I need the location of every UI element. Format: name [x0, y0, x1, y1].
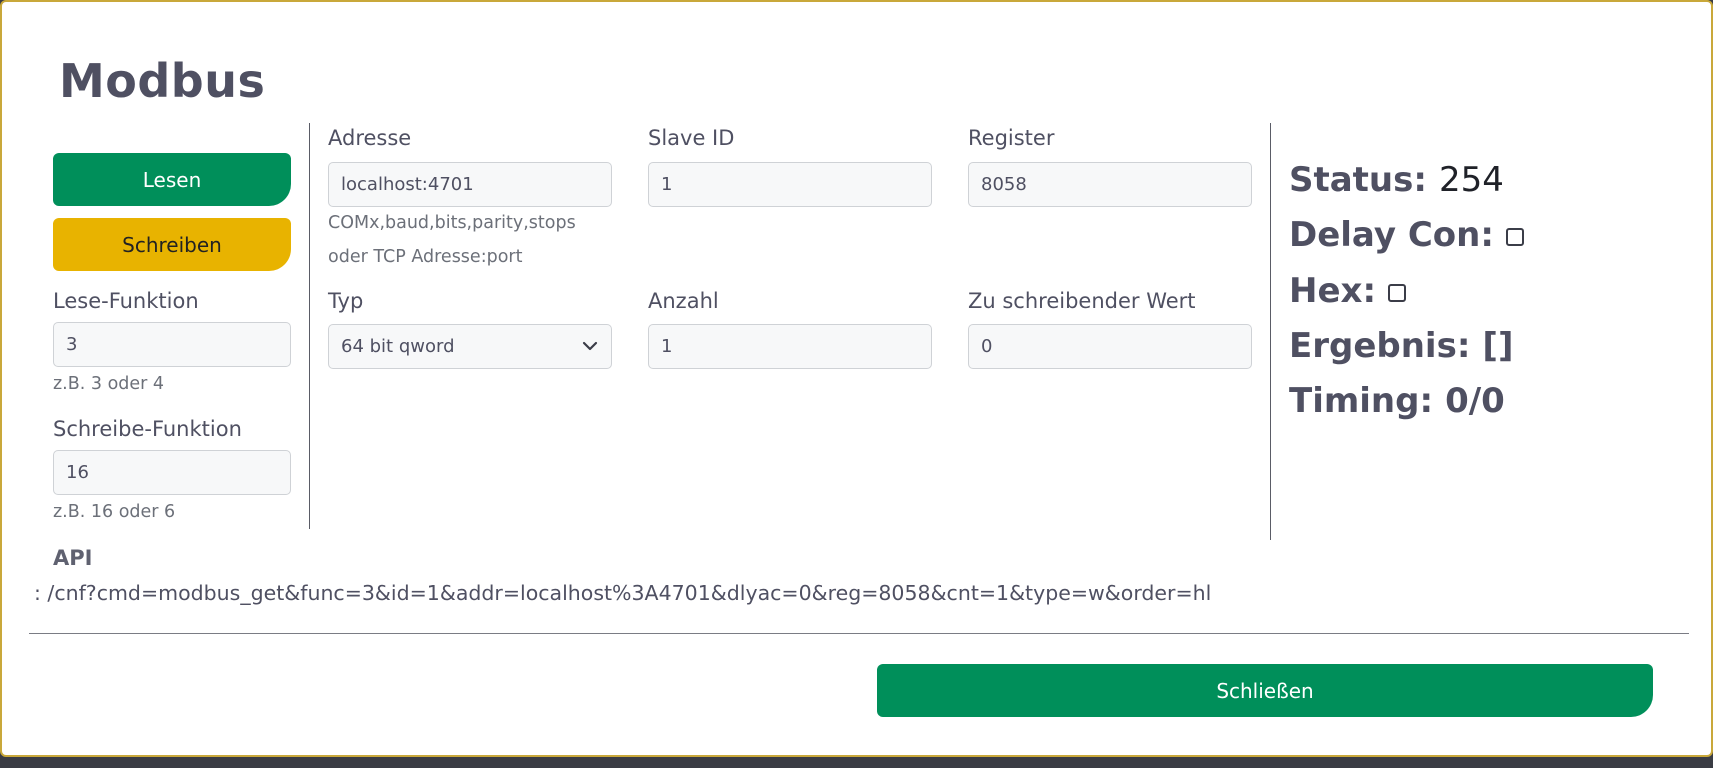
delay-con-label: Delay Con: — [1289, 215, 1494, 255]
modbus-dialog: Modbus Lesen Schreiben Lese-Funktion 3 z… — [0, 0, 1713, 757]
type-select[interactable]: 64 bit qword — [328, 324, 612, 369]
result-value: [] — [1482, 326, 1514, 366]
status-value: 254 — [1438, 160, 1504, 200]
footer-divider — [29, 633, 1689, 634]
timing-label: Timing: — [1289, 381, 1434, 421]
type-label: Typ — [328, 289, 364, 313]
read-function-label: Lese-Funktion — [53, 289, 199, 313]
hex-checkbox-icon[interactable] — [1388, 284, 1407, 302]
address-input[interactable]: localhost:4701 — [328, 162, 612, 207]
write-function-help: z.B. 16 oder 6 — [53, 502, 176, 522]
address-value: localhost:4701 — [341, 174, 474, 195]
delay-con-line: Delay Con: — [1289, 215, 1524, 255]
api-url: : /cnf?cmd=modbus_get&func=3&id=1&addr=l… — [34, 581, 1212, 605]
read-button[interactable]: Lesen — [53, 153, 291, 206]
address-help-line2: oder TCP Adresse:port — [328, 247, 523, 267]
right-divider — [1270, 123, 1271, 540]
register-input[interactable]: 8058 — [968, 162, 1252, 207]
read-function-input[interactable]: 3 — [53, 322, 291, 367]
write-value-value: 0 — [981, 336, 993, 357]
left-divider — [309, 123, 310, 529]
write-function-input[interactable]: 16 — [53, 450, 291, 495]
hex-label: Hex: — [1289, 271, 1377, 311]
write-value-input[interactable]: 0 — [968, 324, 1252, 369]
write-button[interactable]: Schreiben — [53, 218, 291, 271]
count-input[interactable]: 1 — [648, 324, 932, 369]
slave-id-value: 1 — [661, 174, 673, 195]
write-value-label: Zu schreibender Wert — [968, 289, 1196, 313]
timing-value: 0/0 — [1445, 381, 1505, 421]
register-label: Register — [968, 126, 1055, 150]
address-label: Adresse — [328, 126, 412, 150]
slave-id-label: Slave ID — [648, 126, 735, 150]
address-help-line1: COMx,baud,bits,parity,stops — [328, 213, 576, 233]
status-label: Status: — [1289, 160, 1427, 200]
count-label: Anzahl — [648, 289, 719, 313]
slave-id-input[interactable]: 1 — [648, 162, 932, 207]
write-function-value: 16 — [66, 462, 89, 483]
dialog-title: Modbus — [59, 54, 266, 108]
close-button[interactable]: Schließen — [877, 664, 1653, 717]
hex-line: Hex: — [1289, 271, 1407, 311]
register-value: 8058 — [981, 174, 1027, 195]
count-value: 1 — [661, 336, 673, 357]
api-title: API — [53, 546, 93, 570]
read-function-value: 3 — [66, 334, 78, 355]
delay-con-checkbox-icon[interactable] — [1505, 228, 1524, 246]
result-line: Ergebnis: [] — [1289, 326, 1514, 366]
chevron-down-icon — [581, 337, 599, 360]
result-label: Ergebnis: — [1289, 326, 1471, 366]
type-selected-value: 64 bit qword — [341, 336, 455, 357]
read-function-help: z.B. 3 oder 4 — [53, 374, 165, 394]
status-line: Status: 254 — [1289, 160, 1504, 200]
timing-line: Timing: 0/0 — [1289, 381, 1505, 421]
write-function-label: Schreibe-Funktion — [53, 417, 242, 441]
